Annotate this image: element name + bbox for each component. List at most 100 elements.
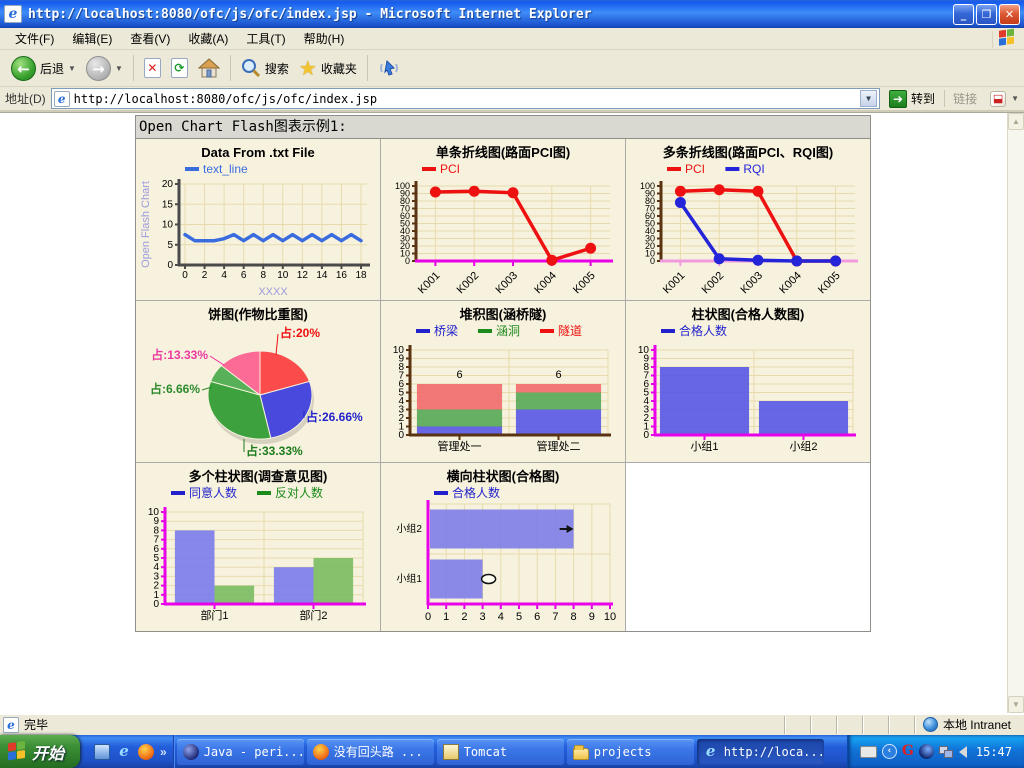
svg-text:text_line: text_line: [203, 162, 248, 176]
svg-text:占:33.33%: 占:33.33%: [246, 443, 303, 458]
home-icon: [197, 58, 220, 78]
refresh-button[interactable]: ⟳: [166, 56, 193, 80]
page-title: Open Chart Flash图表示例1:: [135, 115, 871, 138]
red-g-tray-icon[interactable]: G: [902, 744, 914, 759]
line-chart-txt-file: Data From .txt File text_line 0 5 10 15 20 0 2 4 6…: [140, 145, 370, 298]
svg-text:合格人数: 合格人数: [679, 323, 727, 338]
quick-launch-overflow-icon[interactable]: »: [160, 745, 167, 759]
taskbar-button-label: Java - peri...: [203, 744, 304, 759]
svg-text:小组2: 小组2: [396, 522, 422, 535]
minimize-button[interactable]: _: [953, 3, 974, 25]
svg-text:18: 18: [355, 270, 367, 281]
address-bar: 地址(D) e http://localhost:8080/ofc/js/ofc…: [0, 87, 1024, 112]
vertical-scrollbar[interactable]: ▲ ▼: [1007, 113, 1024, 713]
volume-icon[interactable]: [958, 745, 967, 758]
svg-text:单条折线图(路面PCI图): 单条折线图(路面PCI图): [436, 145, 570, 160]
ie-page-icon: e: [53, 90, 70, 107]
svg-text:16: 16: [336, 270, 348, 281]
close-button[interactable]: ✕: [999, 3, 1020, 25]
chart-cell-pci-rqi-line: 多条折线图(路面PCI、RQI图) PCI RQI 0 10 20 30 40 50 60 70 80…: [626, 139, 870, 301]
svg-text:横向柱状图(合格图): 横向柱状图(合格图): [447, 469, 560, 484]
svg-text:RQI: RQI: [743, 162, 764, 176]
taskbar-button[interactable]: 没有回头路 ...: [306, 738, 434, 765]
svg-text:10: 10: [604, 611, 616, 623]
title-bar: e http://localhost:8080/ofc/js/ofc/index…: [0, 0, 1024, 28]
favorites-label: 收藏夹: [320, 61, 357, 76]
svg-text:多个柱状图(调查意见图): 多个柱状图(调查意见图): [189, 469, 328, 484]
taskbar-clock: 15:47: [975, 744, 1012, 759]
forward-icon: →: [85, 55, 111, 81]
svg-text:5: 5: [167, 240, 173, 251]
svg-text:K003: K003: [493, 270, 520, 297]
pointer-tool-button[interactable]: [373, 56, 405, 80]
stacked-bar-chart: 堆积图(涵桥隧)桥梁 涵洞 隧道012345678910管理处一6管理处二6: [393, 307, 611, 453]
back-button[interactable]: ← 后退 ▼: [6, 54, 81, 83]
svg-text:10: 10: [393, 345, 405, 356]
menu-help[interactable]: 帮助(H): [295, 28, 354, 49]
show-desktop-icon[interactable]: [94, 743, 111, 760]
svg-text:9: 9: [589, 611, 595, 623]
security-zone: 本地 Intranet: [913, 715, 1021, 734]
svg-text:K002: K002: [455, 270, 482, 297]
menu-view[interactable]: 查看(V): [121, 28, 179, 49]
svg-text:堆积图(涵桥隧): 堆积图(涵桥隧): [460, 307, 547, 322]
home-button[interactable]: [193, 56, 225, 80]
address-dropdown-icon[interactable]: ▼: [860, 90, 878, 107]
acrobat-icon[interactable]: ⬓: [990, 90, 1007, 107]
favorites-button[interactable]: ★ 收藏夹: [294, 54, 362, 83]
back-dropdown-icon[interactable]: ▼: [68, 64, 76, 73]
svg-text:100: 100: [395, 181, 410, 191]
collapse-tray-icon[interactable]: ‹: [881, 744, 897, 759]
start-button[interactable]: 开始: [0, 735, 81, 768]
restore-button[interactable]: ❐: [976, 3, 997, 25]
svg-text:5: 5: [516, 611, 522, 623]
svg-text:10: 10: [162, 220, 174, 231]
menu-favorites[interactable]: 收藏(A): [179, 28, 237, 49]
zone-label: 本地 Intranet: [942, 718, 1011, 732]
forward-button[interactable]: → ▼: [81, 54, 128, 83]
network-icon[interactable]: [938, 745, 954, 758]
taskbar-button[interactable]: Tomcat: [436, 738, 564, 765]
ie-icon[interactable]: e: [116, 743, 132, 760]
menu-file[interactable]: 文件(F): [6, 28, 63, 49]
forward-dropdown-icon[interactable]: ▼: [115, 64, 123, 73]
svg-text:隧道: 隧道: [558, 323, 582, 338]
back-label: 后退: [40, 61, 65, 76]
svg-text:7: 7: [552, 611, 558, 623]
svg-text:6: 6: [534, 611, 540, 623]
svg-text:小组1: 小组1: [690, 439, 718, 453]
menu-edit[interactable]: 编辑(E): [63, 28, 121, 49]
svg-text:K004: K004: [532, 270, 559, 297]
blue-orb-tray-icon[interactable]: [918, 744, 934, 759]
links-button[interactable]: 链接: [944, 90, 985, 107]
taskbar-button-label: 没有回头路 ...: [333, 745, 423, 759]
firefox-icon[interactable]: [138, 743, 155, 760]
taskbar-button-label: projects: [593, 744, 652, 759]
stop-icon: ✕: [143, 58, 161, 78]
address-url: http://localhost:8080/ofc/js/ofc/index.j…: [73, 91, 378, 106]
svg-text:桥梁: 桥梁: [434, 323, 458, 338]
windows-flag-icon: [8, 740, 27, 763]
taskbar-button[interactable]: e http://loca...: [696, 738, 824, 765]
svg-text:K005: K005: [571, 270, 598, 297]
empty-cell: [626, 463, 870, 631]
menu-tools[interactable]: 工具(T): [237, 28, 294, 49]
line-chart-pci: 单条折线图(路面PCI图)PCI0102030405060708090100K0…: [395, 145, 613, 297]
svg-text:0: 0: [167, 260, 173, 271]
svg-text:6: 6: [555, 369, 561, 381]
address-input[interactable]: e http://localhost:8080/ofc/js/ofc/index…: [50, 88, 881, 109]
taskbar-button[interactable]: Java - peri...: [176, 738, 304, 765]
keyboard-icon[interactable]: [859, 745, 877, 758]
go-button[interactable]: ➜ 转到: [885, 89, 939, 109]
search-label: 搜索: [264, 61, 289, 76]
svg-text:8: 8: [571, 611, 577, 623]
folder-icon: [572, 744, 589, 760]
taskbar-button[interactable]: projects: [566, 738, 694, 765]
svg-text:K001: K001: [661, 270, 688, 297]
scroll-up-icon[interactable]: ▲: [1008, 113, 1024, 130]
search-button[interactable]: 搜索: [236, 56, 294, 80]
scroll-down-icon[interactable]: ▼: [1008, 696, 1024, 713]
stop-button[interactable]: ✕: [139, 56, 166, 80]
svg-text:10: 10: [277, 270, 289, 281]
links-dropdown-icon[interactable]: ▼: [1011, 94, 1019, 103]
